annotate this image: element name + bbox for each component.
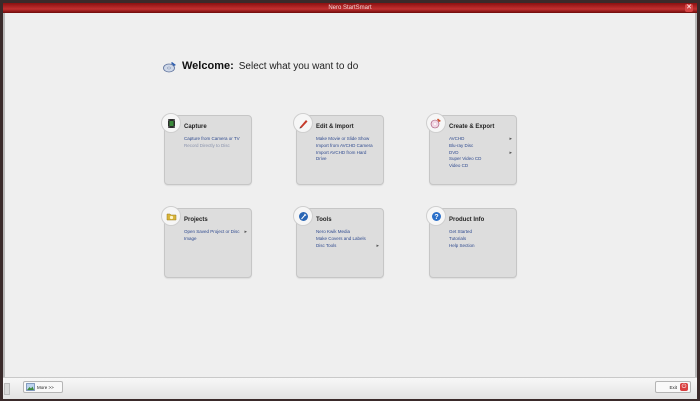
more-button[interactable]: More >> <box>23 381 63 393</box>
card-projects: Projects Open Saved Project or Disc Image… <box>161 206 252 278</box>
card-title: Tools <box>316 217 332 223</box>
menu-item[interactable]: Blu-ray Disc <box>449 143 512 150</box>
card-menu: AVCHD ▸ Blu-ray Disc DVD ▸ Super Video CD Vide… <box>449 136 512 170</box>
menu-item-label: Disc Tools <box>316 242 337 248</box>
menu-item[interactable]: Import from AVCHD Camera <box>316 143 379 150</box>
submenu-arrow-icon: ▸ <box>244 229 247 235</box>
card-title: Create & Export <box>449 124 495 130</box>
card-menu: Capture from Camera or TV Record Directly… <box>184 136 247 150</box>
menu-item[interactable]: Import AVCHD from Hard Drive <box>316 150 379 164</box>
card-menu: Get Started Tutorials Help Section <box>449 229 512 249</box>
menu-item[interactable]: Capture from Camera or TV <box>184 136 247 143</box>
folder-icon <box>161 206 181 226</box>
menu-item: Record Directly to Disc <box>184 143 247 150</box>
menu-item[interactable]: AVCHD ▸ <box>449 136 512 143</box>
pen-icon <box>293 113 313 133</box>
app-window: Nero StartSmart ✕ Welcome: Select what y… <box>3 3 697 399</box>
title-bar: Nero StartSmart ✕ <box>3 3 697 13</box>
card-edit-import: Edit & Import Make Movie or Slide Show Imp… <box>293 113 384 185</box>
menu-item-label: Nero Kwik Media <box>316 229 351 234</box>
menu-item[interactable]: Get Started <box>449 229 512 236</box>
menu-item-label: Capture from Camera or TV <box>184 136 240 141</box>
disc-burn-icon <box>426 113 446 133</box>
wrench-icon <box>293 206 313 226</box>
menu-item-label: Import from AVCHD Camera <box>316 142 373 148</box>
menu-item-label: Super Video CD <box>449 156 482 162</box>
card-title: Projects <box>184 217 208 223</box>
card-menu: Open Saved Project or Disc Image ▸ <box>184 229 247 243</box>
power-icon: ⏻ <box>680 383 688 391</box>
menu-item-label: Import AVCHD from Hard Drive <box>316 149 367 162</box>
menu-item-label: Get Started <box>449 229 473 234</box>
menu-item[interactable]: Tutorials <box>449 236 512 243</box>
card-product-info: ? Product Info Get Started Tutorials Help Se… <box>426 206 517 278</box>
menu-item-label: DVD <box>449 149 459 155</box>
picture-icon <box>26 383 35 391</box>
collapse-handle[interactable] <box>4 383 10 395</box>
menu-item-label: Make Covers and Labels <box>316 235 366 241</box>
welcome-label: Welcome: <box>182 60 234 72</box>
cd-burn-icon <box>163 60 177 73</box>
close-icon[interactable]: ✕ <box>685 4 693 12</box>
card-menu: Nero Kwik Media Make Covers and Labels Dis… <box>316 229 379 249</box>
menu-item-label: Blu-ray Disc <box>449 142 474 148</box>
menu-item-label: Record Directly to Disc <box>184 142 230 148</box>
menu-item[interactable]: Help Section <box>449 243 512 250</box>
exit-button[interactable]: Exit ⏻ <box>655 381 691 393</box>
card-menu: Make Movie or Slide Show Import from AVCH… <box>316 136 379 163</box>
window-title: Nero StartSmart <box>328 5 372 11</box>
card-capture: Capture Capture from Camera or TV Record D… <box>161 113 252 185</box>
submenu-arrow-icon: ▸ <box>509 136 512 142</box>
card-title: Edit & Import <box>316 124 354 130</box>
menu-item-label: AVCHD <box>449 136 465 141</box>
menu-item[interactable]: Make Movie or Slide Show <box>316 136 379 143</box>
submenu-arrow-icon: ▸ <box>376 242 379 249</box>
bottom-bar: More >> Exit ⏻ <box>3 377 697 399</box>
card-create-export: Create & Export AVCHD ▸ Blu-ray Disc DVD ▸ Sup… <box>426 113 517 185</box>
menu-item[interactable]: Make Covers and Labels <box>316 236 379 243</box>
menu-item-label: Make Movie or Slide Show <box>316 136 370 141</box>
menu-item[interactable]: Disc Tools ▸ <box>316 243 379 250</box>
menu-item[interactable]: DVD ▸ <box>449 150 512 157</box>
exit-label: Exit <box>669 384 677 390</box>
menu-item[interactable]: Nero Kwik Media <box>316 229 379 236</box>
more-label: More >> <box>37 384 54 390</box>
card-title: Product Info <box>449 217 485 223</box>
help-icon: ? <box>426 206 446 226</box>
submenu-arrow-icon: ▸ <box>509 149 512 156</box>
card-tools: Tools Nero Kwik Media Make Covers and Labe… <box>293 206 384 278</box>
menu-item-label: Video CD <box>449 163 469 169</box>
menu-item[interactable]: Open Saved Project or Disc Image ▸ <box>184 229 247 243</box>
welcome-text: Select what you want to do <box>238 60 359 72</box>
menu-item[interactable]: Super Video CD <box>449 156 512 163</box>
welcome-heading: Welcome: Select what you want to do <box>163 56 358 76</box>
menu-item-label: Help Section <box>449 242 475 248</box>
menu-item[interactable]: Video CD <box>449 163 512 170</box>
card-title: Capture <box>184 124 207 130</box>
film-icon <box>161 113 181 133</box>
menu-item-label: Tutorials <box>449 235 467 241</box>
svg-text:?: ? <box>434 214 438 221</box>
menu-item-label: Open Saved Project or Disc Image <box>184 229 240 241</box>
